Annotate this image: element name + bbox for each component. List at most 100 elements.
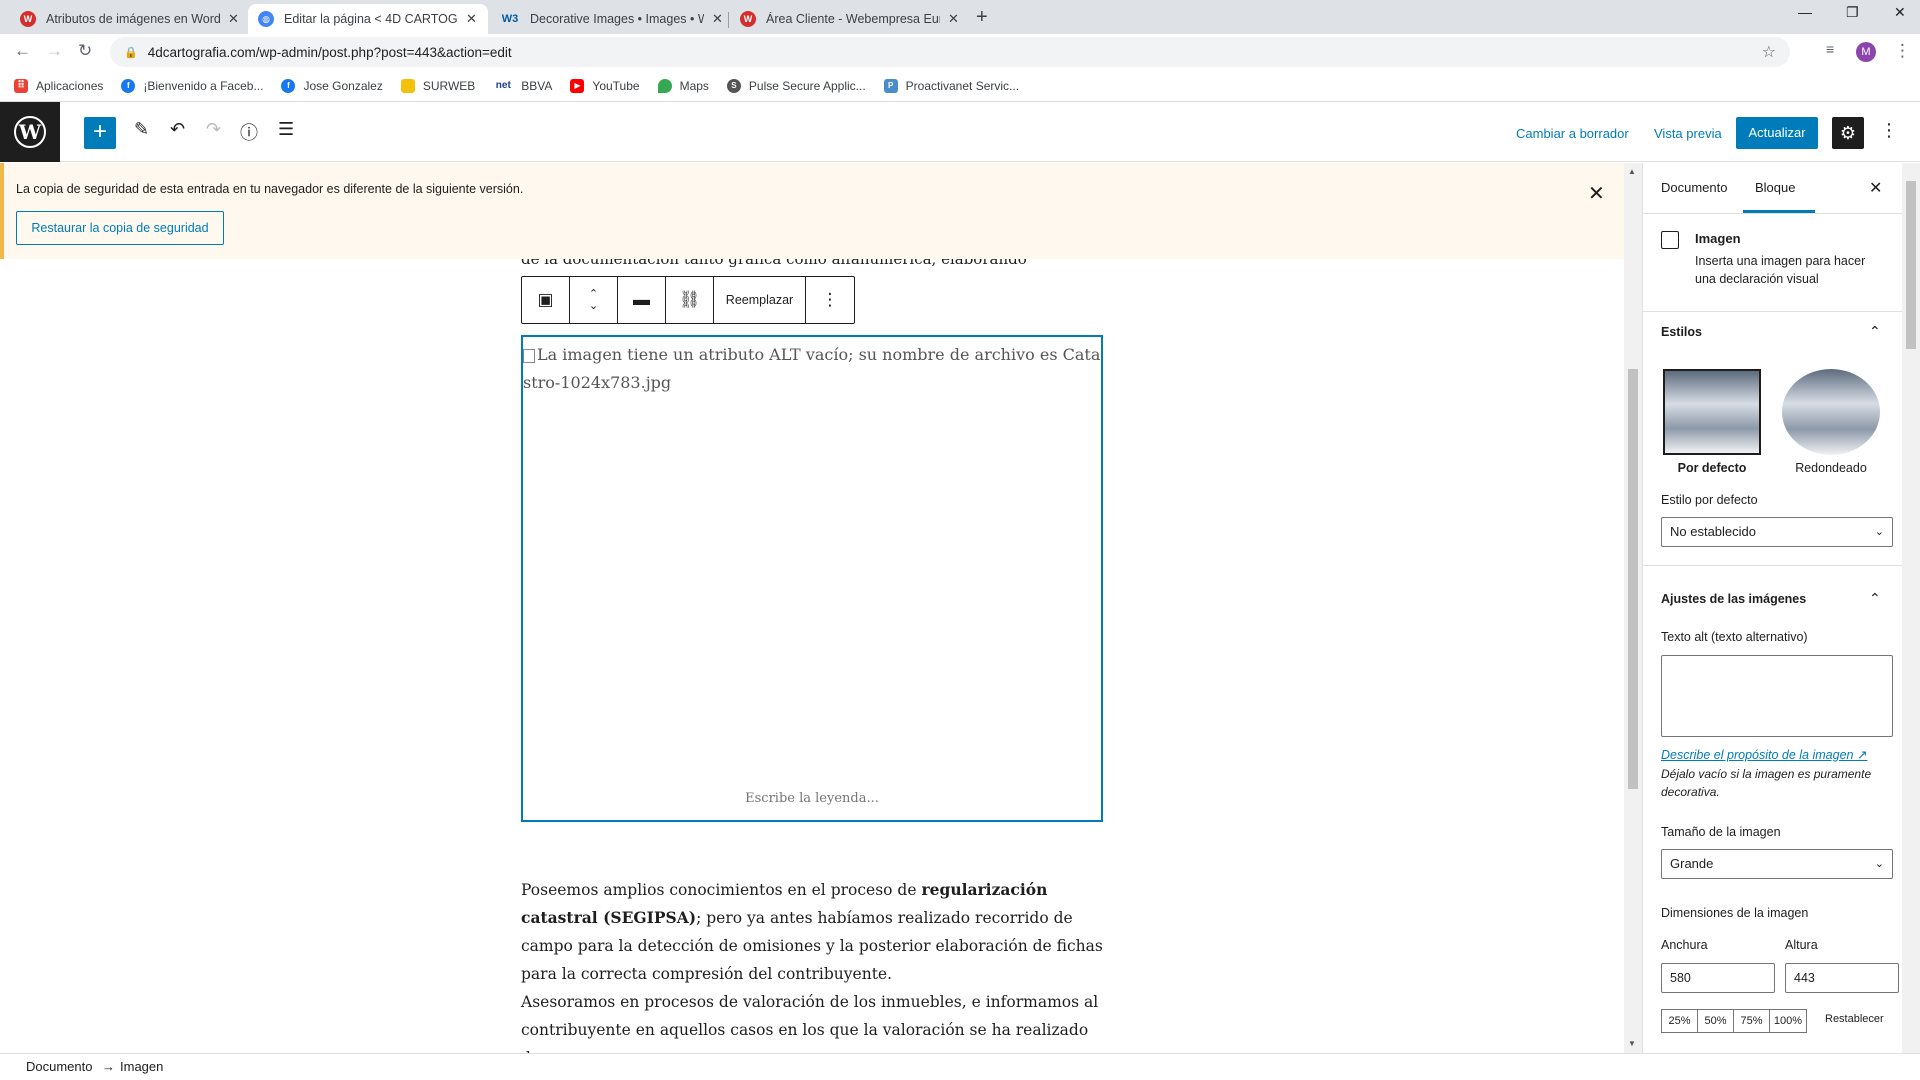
- switch-to-draft-button[interactable]: Cambiar a borrador: [1516, 126, 1629, 141]
- bookmark-youtube[interactable]: ▶ YouTube: [570, 78, 640, 93]
- editor-scrollbar[interactable]: ▲ ▼: [1624, 163, 1642, 1053]
- maximize-icon[interactable]: ❐: [1846, 4, 1859, 21]
- block-card-description: Inserta una imagen para hacer una declar…: [1695, 254, 1866, 286]
- image-block[interactable]: La imagen tiene un atributo ALT vacío; s…: [521, 335, 1103, 822]
- style-rounded-label[interactable]: Redondeado: [1776, 461, 1886, 475]
- close-icon[interactable]: ✕: [1869, 178, 1882, 198]
- sidebar-scrollbar[interactable]: [1902, 163, 1920, 1053]
- pct-100-button[interactable]: 100%: [1770, 1010, 1806, 1032]
- block-more-options-icon[interactable]: ⋮: [806, 277, 854, 323]
- style-rounded-preview[interactable]: [1782, 369, 1880, 455]
- close-icon[interactable]: ✕: [948, 11, 959, 27]
- height-input[interactable]: 443: [1785, 963, 1899, 993]
- back-arrow-icon[interactable]: ←: [14, 41, 31, 61]
- reset-button[interactable]: Restablecer: [1825, 1013, 1884, 1025]
- close-icon[interactable]: ✕: [228, 11, 239, 27]
- chevron-up-icon[interactable]: ⌃: [1869, 323, 1881, 340]
- paragraph-text[interactable]: de la documentación tanto gráfica como a…: [521, 259, 1027, 268]
- bookmark-facebook[interactable]: f ¡Bienvenido a Faceb...: [121, 78, 263, 93]
- close-icon[interactable]: ✕: [1588, 181, 1605, 206]
- scroll-down-icon[interactable]: ▼: [1628, 1039, 1636, 1048]
- chevron-up-icon[interactable]: ⌃: [1869, 590, 1881, 607]
- scrollbar-thumb[interactable]: [1628, 369, 1638, 789]
- new-tab-button[interactable]: +: [976, 6, 988, 29]
- style-default-label[interactable]: Por defecto: [1657, 461, 1767, 475]
- restore-backup-button[interactable]: Restaurar la copia de seguridad: [16, 211, 224, 245]
- styles-panel-toggle[interactable]: Estilos: [1661, 325, 1702, 339]
- forward-arrow-icon[interactable]: →: [46, 41, 63, 61]
- image-size-select[interactable]: Grande ⌄: [1661, 849, 1893, 879]
- bookmark-label: Jose Gonzalez: [303, 78, 383, 93]
- caption-placeholder[interactable]: Escribe la leyenda...: [523, 791, 1101, 806]
- tab-document[interactable]: Documento: [1661, 163, 1727, 213]
- move-up-down-icon[interactable]: ⌃ ⌄: [570, 277, 618, 323]
- bookmark-bbva[interactable]: net BBVA: [493, 79, 553, 93]
- browser-tab-4[interactable]: W Área Cliente - Webempresa Europ ✕: [730, 4, 969, 34]
- settings-gear-icon[interactable]: ⚙: [1832, 117, 1864, 149]
- backup-notice: La copia de seguridad de esta entrada en…: [0, 163, 1624, 259]
- image-block-icon[interactable]: ▣: [522, 277, 570, 323]
- bookmark-label: Pulse Secure Applic...: [748, 78, 866, 93]
- paragraph-block[interactable]: Poseemos amplios conocimientos en el pro…: [521, 876, 1111, 1053]
- list-view-icon[interactable]: ☰: [278, 119, 294, 140]
- bookmark-jose[interactable]: f Jose Gonzalez: [281, 78, 383, 93]
- window-close-icon[interactable]: ✕: [1894, 4, 1906, 21]
- breadcrumb-document[interactable]: Documento: [26, 1059, 92, 1074]
- close-icon[interactable]: ✕: [466, 11, 477, 27]
- style-default-preview[interactable]: [1663, 369, 1761, 455]
- minimize-icon[interactable]: —: [1798, 4, 1812, 20]
- bookmark-star-icon[interactable]: ☆: [1762, 42, 1776, 62]
- pct-75-button[interactable]: 75%: [1734, 1010, 1770, 1032]
- bookmark-proactivanet[interactable]: P Proactivanet Servic...: [883, 78, 1019, 93]
- scroll-up-icon[interactable]: ▲: [1628, 167, 1636, 176]
- add-block-button[interactable]: +: [84, 117, 116, 149]
- replace-button[interactable]: Reemplazar: [714, 277, 806, 323]
- tab-block[interactable]: Bloque: [1743, 163, 1815, 213]
- address-bar[interactable]: 🔒 4dcartografia.com/wp-admin/post.php?po…: [110, 37, 1790, 67]
- edit-pencil-icon[interactable]: ✎: [134, 119, 149, 140]
- more-options-icon[interactable]: ⋮: [1880, 120, 1898, 141]
- bookmark-aplicaciones[interactable]: ⠿ Aplicaciones: [14, 78, 103, 93]
- browser-tab-2[interactable]: ◍ Editar la página < 4D CARTOGRA ✕: [248, 4, 488, 34]
- wordpress-logo[interactable]: W: [0, 102, 60, 162]
- alt-text-help-link[interactable]: Describe el propósito de la imagen ↗: [1661, 747, 1867, 762]
- bookmark-surweb[interactable]: SURWEB: [400, 78, 476, 93]
- preview-button[interactable]: Vista previa: [1654, 126, 1722, 141]
- image-settings-panel-toggle[interactable]: Ajustes de las imágenes: [1661, 592, 1806, 606]
- wordpress-icon: W: [14, 116, 46, 148]
- default-style-select[interactable]: No establecido ⌄: [1661, 517, 1893, 547]
- scrollbar-thumb[interactable]: [1906, 181, 1916, 349]
- breadcrumb-image[interactable]: Imagen: [120, 1059, 163, 1074]
- undo-icon[interactable]: ↶: [170, 119, 185, 140]
- link-text: Describe el propósito de la imagen: [1661, 748, 1854, 762]
- bookmark-label: SURWEB: [422, 78, 476, 93]
- external-link-icon: ↗: [1856, 748, 1868, 762]
- bookmark-maps[interactable]: Maps: [657, 78, 709, 93]
- tab-separator: [728, 12, 729, 28]
- browser-menu-icon[interactable]: ⋮: [1894, 41, 1911, 61]
- reload-icon[interactable]: ↻: [78, 41, 92, 61]
- lock-icon[interactable]: 🔒: [124, 46, 138, 59]
- pulse-secure-icon: S: [726, 78, 741, 93]
- link-icon[interactable]: ⛓: [666, 277, 714, 323]
- bookmark-pulse[interactable]: S Pulse Secure Applic...: [726, 78, 866, 93]
- redo-icon[interactable]: ↷: [206, 119, 221, 140]
- info-icon[interactable]: ⓘ: [240, 119, 258, 145]
- pct-50-button[interactable]: 50%: [1698, 1010, 1734, 1032]
- close-icon[interactable]: ✕: [712, 11, 723, 27]
- image-dimensions-label: Dimensiones de la imagen: [1661, 906, 1809, 920]
- alt-text-help: Déjalo vacío si la imagen es puramente d…: [1661, 767, 1872, 799]
- alt-text-textarea[interactable]: [1661, 655, 1893, 737]
- browser-tab-1[interactable]: W Atributos de imágenes en WordP ✕: [10, 4, 249, 34]
- update-button[interactable]: Actualizar: [1736, 117, 1818, 149]
- avatar[interactable]: M: [1856, 42, 1876, 62]
- align-icon[interactable]: ▬: [618, 277, 666, 323]
- width-input[interactable]: 580: [1661, 963, 1775, 993]
- reading-list-icon[interactable]: ≡: [1826, 41, 1834, 57]
- pct-25-button[interactable]: 25%: [1662, 1010, 1698, 1032]
- browser-tab-3[interactable]: W3 Decorative Images • Images • WA ✕: [490, 4, 733, 34]
- folder-icon: [400, 78, 415, 93]
- percentage-button-group: 25% 50% 75% 100%: [1661, 1009, 1807, 1033]
- bookmark-label: YouTube: [592, 78, 640, 93]
- block-toolbar: ▣ ⌃ ⌄ ▬ ⛓ Reemplazar ⋮: [521, 276, 855, 324]
